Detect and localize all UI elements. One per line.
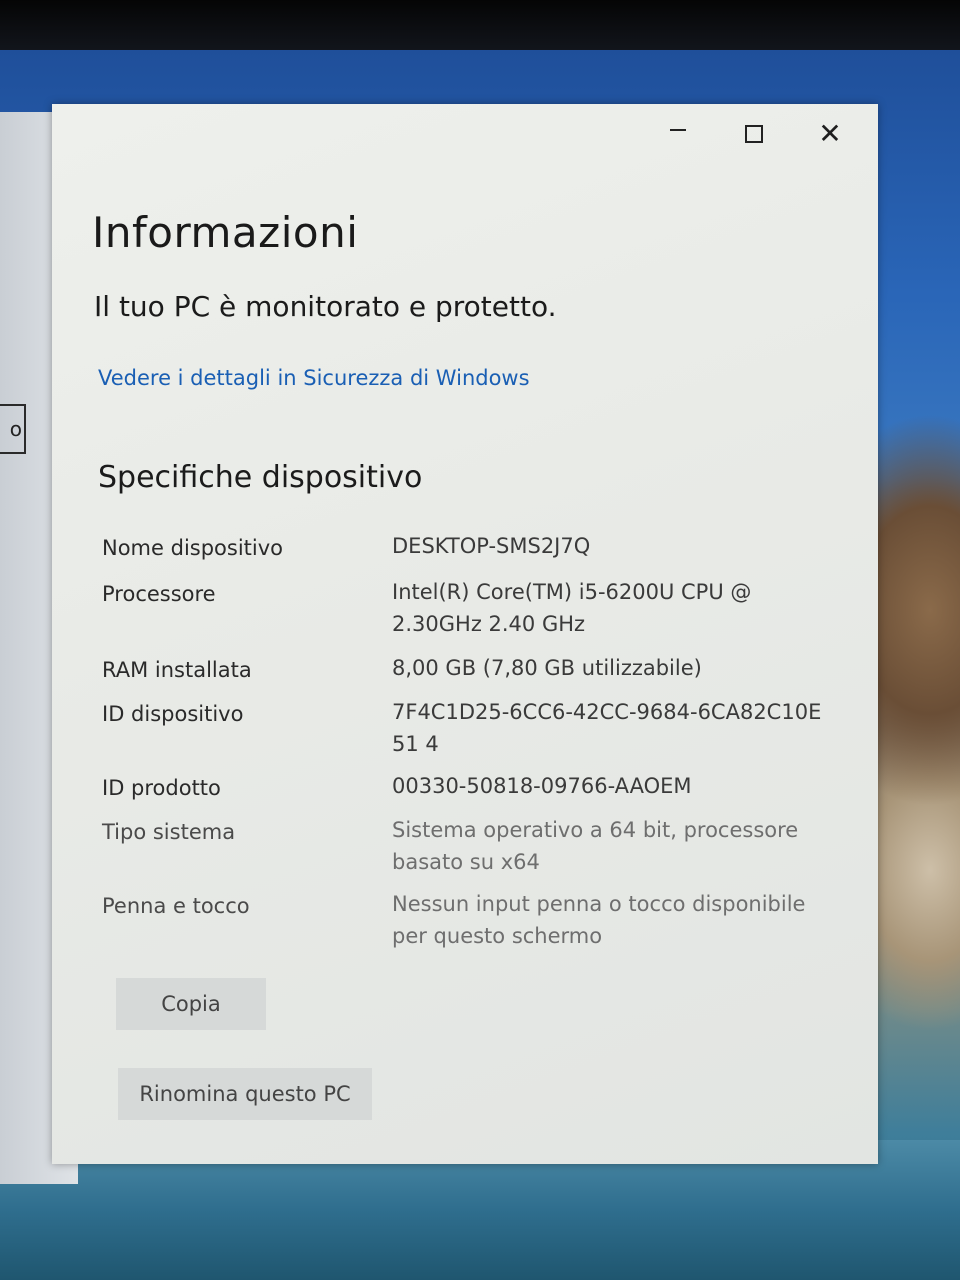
minimize-button[interactable] xyxy=(656,118,700,150)
copy-button[interactable]: Copia xyxy=(116,978,266,1030)
rename-pc-button[interactable]: Rinomina questo PC xyxy=(118,1068,372,1120)
spec-label: Processore xyxy=(102,582,216,606)
maximize-icon xyxy=(745,125,763,143)
minimize-icon xyxy=(670,129,686,131)
maximize-button[interactable] xyxy=(732,118,776,150)
spec-label: Nome dispositivo xyxy=(102,536,284,560)
spec-value: Nessun input penna o tocco disponibile p… xyxy=(392,892,806,948)
spec-label: ID dispositivo xyxy=(102,702,244,726)
about-window: ✕ Informazioni Il tuo PC è monitorato e … xyxy=(52,104,878,1164)
spec-value: Sistema operativo a 64 bit, processore b… xyxy=(392,818,799,874)
close-icon: ✕ xyxy=(818,117,842,150)
protection-status: Il tuo PC è monitorato e protetto. xyxy=(94,290,557,323)
spec-value: Intel(R) Core(TM) i5-6200U CPU @ 2.30GHz… xyxy=(392,580,752,636)
background-window-control[interactable]: o xyxy=(0,404,26,454)
spec-label: RAM installata xyxy=(102,658,252,682)
page-title: Informazioni xyxy=(92,208,359,257)
device-specs-heading: Specifiche dispositivo xyxy=(98,460,423,495)
spec-label: Tipo sistema xyxy=(102,820,236,844)
spec-value: 8,00 GB (7,80 GB utilizzabile) xyxy=(392,656,702,680)
spec-label: Penna e tocco xyxy=(102,894,250,918)
close-button[interactable]: ✕ xyxy=(808,118,852,150)
spec-value: 00330-50818-09766-AAOEM xyxy=(392,774,692,798)
spec-label: ID prodotto xyxy=(102,776,221,800)
spec-value: 7F4C1D25-6CC6-42CC-9684-6CA82C10E51 4 xyxy=(392,700,822,756)
spec-value: DESKTOP-SMS2J7Q xyxy=(392,534,591,558)
windows-security-link[interactable]: Vedere i dettagli in Sicurezza di Window… xyxy=(98,366,530,390)
